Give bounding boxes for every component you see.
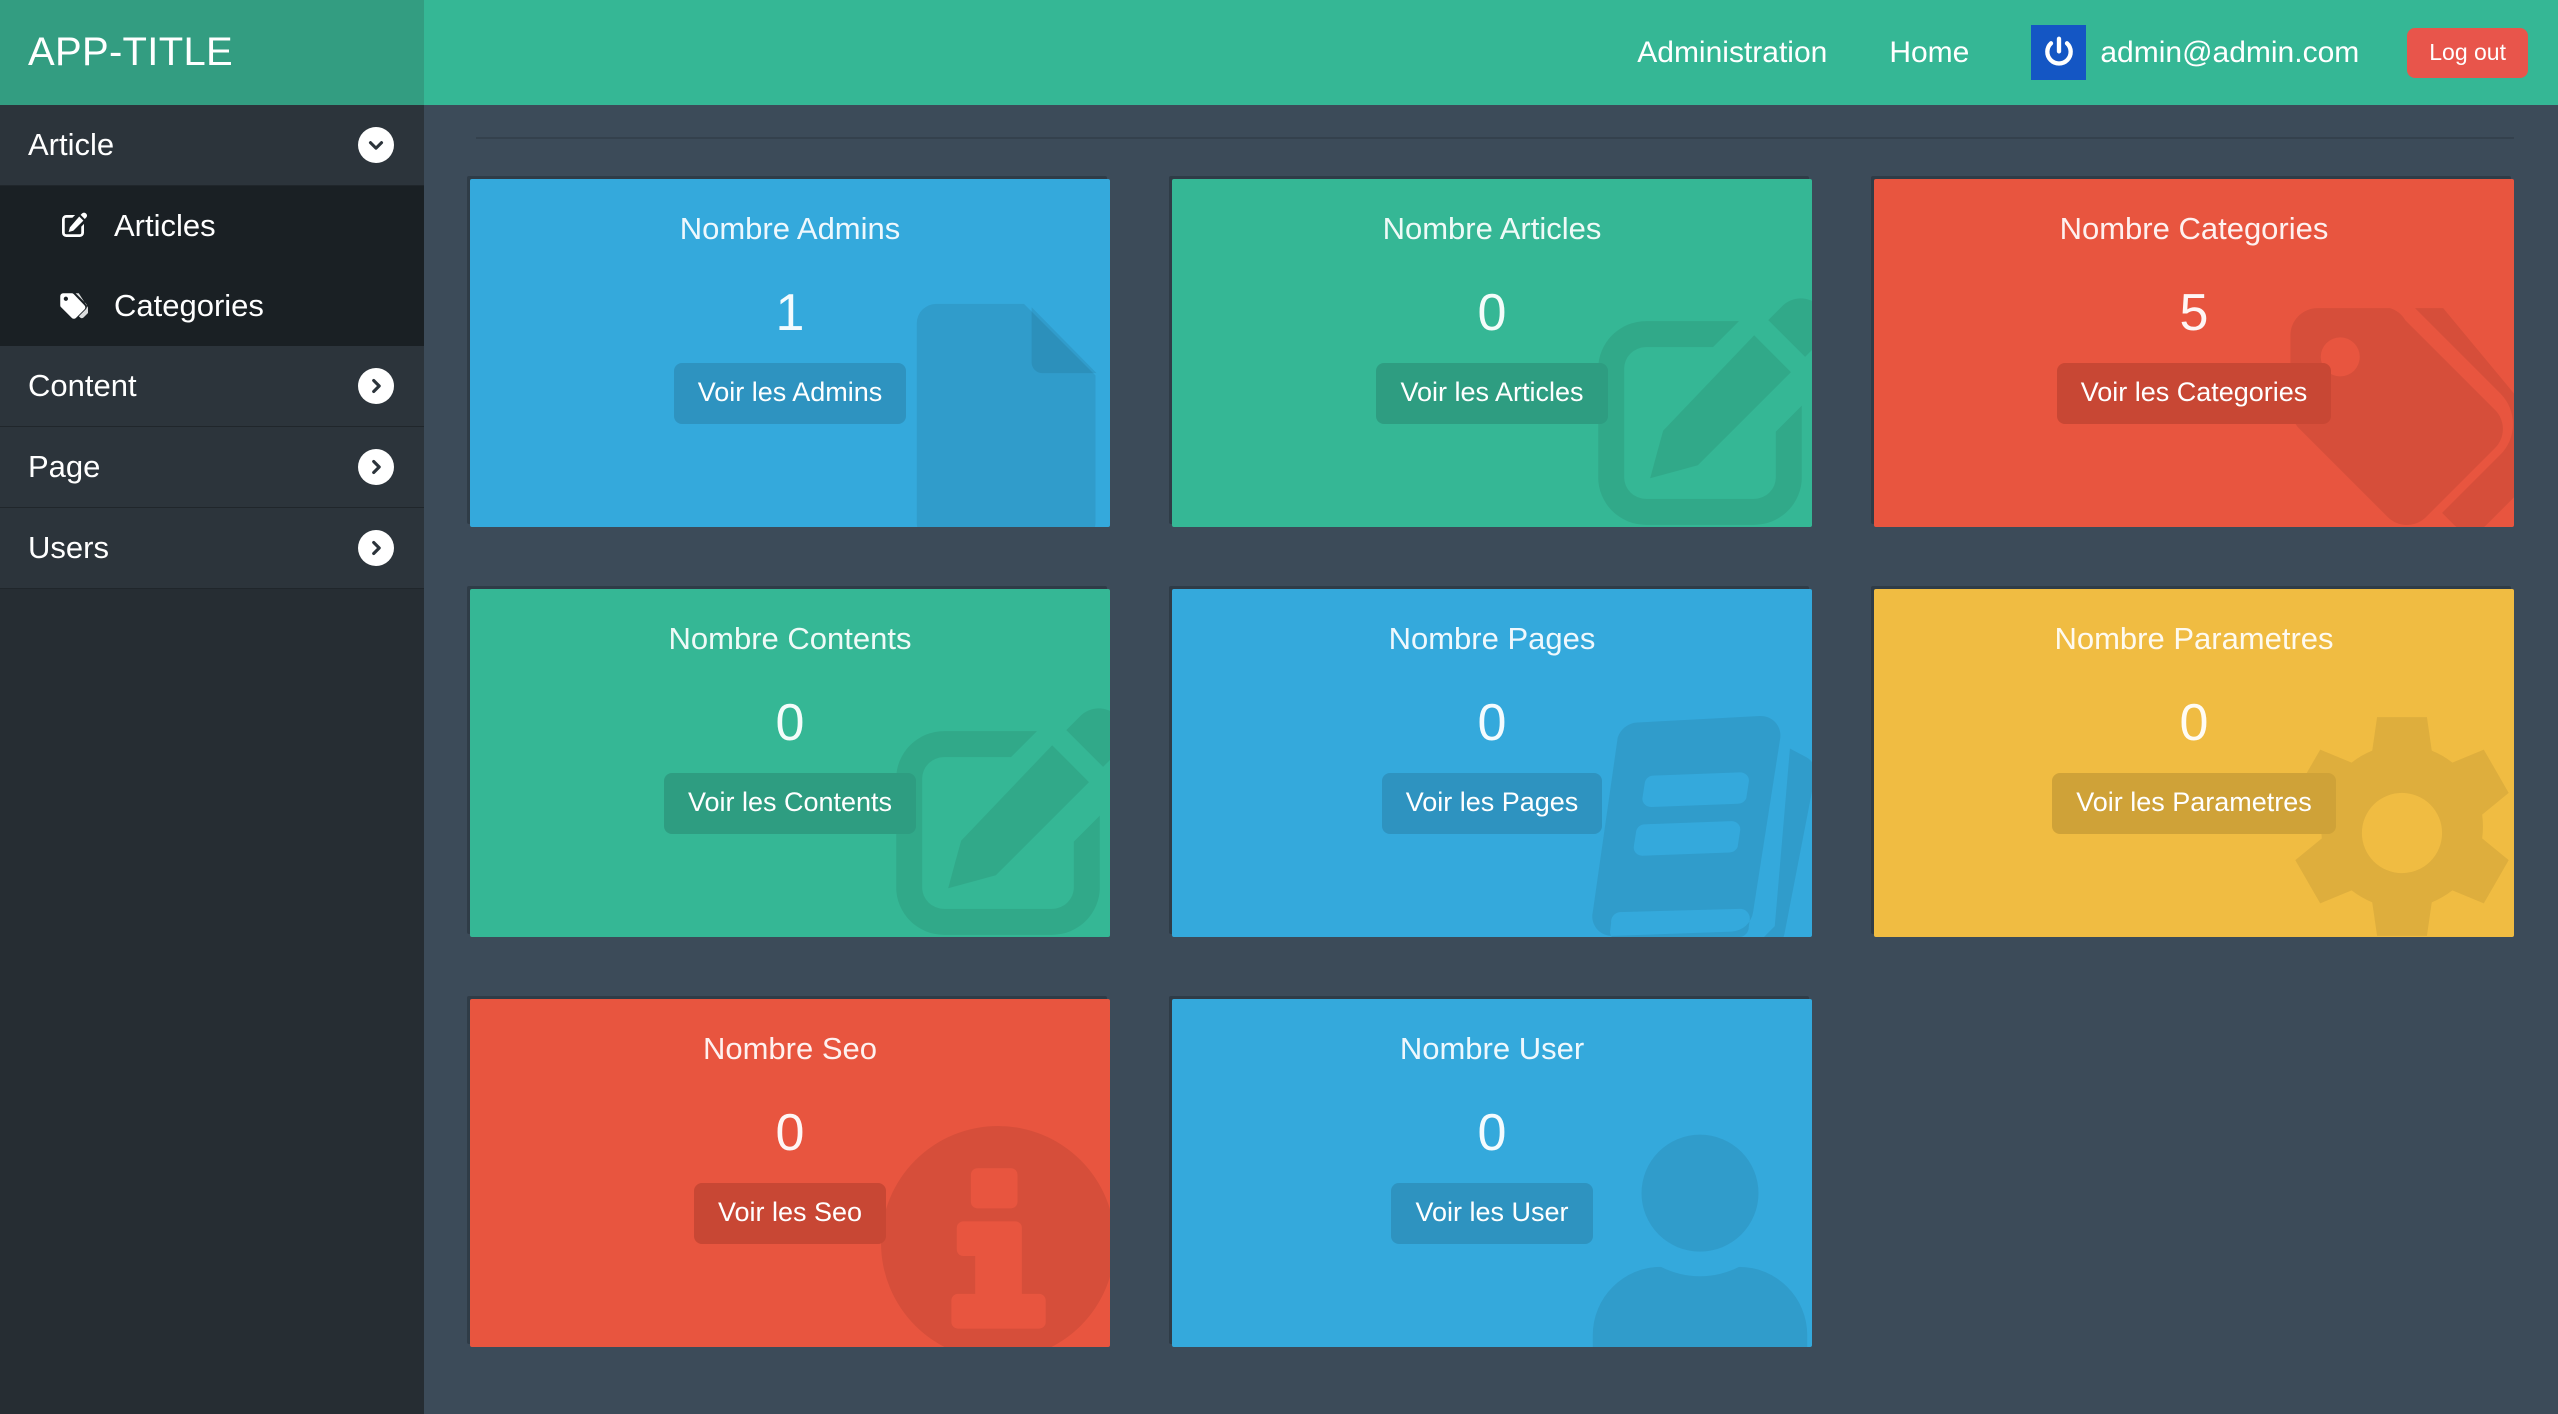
stat-card-title: Nombre Articles [1383, 211, 1602, 247]
stat-card: Nombre Admins 1 Voir les Admins [470, 179, 1110, 527]
stat-card-button[interactable]: Voir les Parametres [2052, 773, 2336, 834]
sidebar-submenu: Articles Categories [0, 186, 424, 346]
user-block[interactable]: admin@admin.com [2031, 25, 2359, 80]
stat-card-count: 1 [776, 287, 805, 339]
nav-administration[interactable]: Administration [1637, 36, 1827, 70]
stat-card-title: Nombre Categories [2060, 211, 2329, 247]
power-icon [2031, 25, 2086, 80]
sidebar-group-page: Page [0, 427, 424, 508]
sidebar-item-label: Users [28, 530, 109, 566]
stat-card-title: Nombre Seo [703, 1031, 877, 1067]
app-root: APP-TITLE Article Articles Categories Conte… [0, 0, 2558, 1414]
stat-card: Nombre Parametres 0 Voir les Parametres [1874, 589, 2514, 937]
sidebar: APP-TITLE Article Articles Categories Conte… [0, 0, 424, 1414]
chevron-right-icon[interactable] [358, 368, 394, 404]
sidebar-group-article: Article Articles Categories [0, 105, 424, 346]
stat-card-title: Nombre Parametres [2054, 621, 2333, 657]
chevron-down-icon[interactable] [358, 127, 394, 163]
stat-card-grid: Nombre Admins 1 Voir les Admins Nombre Arti… [470, 139, 2520, 1347]
stat-card-button[interactable]: Voir les Seo [694, 1183, 886, 1244]
sidebar-nav: Article Articles Categories Content Page User… [0, 105, 424, 589]
stat-card-count: 0 [2180, 697, 2209, 749]
sidebar-item-content[interactable]: Content [0, 346, 424, 427]
stat-card: Nombre Categories 5 Voir les Categories [1874, 179, 2514, 527]
chevron-right-icon[interactable] [358, 530, 394, 566]
stat-card-count: 0 [1478, 697, 1507, 749]
app-title: APP-TITLE [28, 30, 233, 75]
stat-card-title: Nombre Contents [669, 621, 912, 657]
sidebar-item-label: Article [28, 127, 114, 163]
sidebar-item-page[interactable]: Page [0, 427, 424, 508]
logout-button[interactable]: Log out [2407, 28, 2528, 78]
topbar: Administration Home admin@admin.com Log … [424, 0, 2558, 105]
tag-icon [58, 291, 104, 321]
user-email: admin@admin.com [2100, 36, 2359, 70]
stat-card: Nombre User 0 Voir les User [1172, 999, 1812, 1347]
stat-card-count: 0 [776, 697, 805, 749]
dashboard-content: Nombre Admins 1 Voir les Admins Nombre Arti… [424, 137, 2558, 1347]
user-icon [1570, 1113, 1812, 1347]
brand-logo[interactable]: APP-TITLE [0, 0, 424, 105]
stat-card: Nombre Contents 0 Voir les Contents [470, 589, 1110, 937]
sidebar-subitem-categories[interactable]: Categories [0, 266, 424, 346]
stat-card-button[interactable]: Voir les Admins [674, 363, 907, 424]
book-icon [1570, 703, 1812, 937]
stat-card-title: Nombre Pages [1389, 621, 1596, 657]
sidebar-subitem-label: Categories [114, 288, 264, 324]
nav-home[interactable]: Home [1889, 36, 1969, 70]
sidebar-item-label: Content [28, 368, 137, 404]
stat-card-count: 0 [776, 1107, 805, 1159]
info-circle-icon [868, 1113, 1110, 1347]
sidebar-subitem-articles[interactable]: Articles [0, 186, 424, 266]
stat-card-count: 0 [1478, 287, 1507, 339]
sidebar-item-users[interactable]: Users [0, 508, 424, 589]
stat-card-count: 5 [2180, 287, 2209, 339]
sidebar-subitem-label: Articles [114, 208, 216, 244]
sidebar-group-content: Content [0, 346, 424, 427]
stat-card-title: Nombre Admins [680, 211, 901, 247]
stat-card-button[interactable]: Voir les Pages [1382, 773, 1603, 834]
stat-card-button[interactable]: Voir les Articles [1376, 363, 1607, 424]
stat-card-title: Nombre User [1400, 1031, 1584, 1067]
stat-card: Nombre Pages 0 Voir les Pages [1172, 589, 1812, 937]
stat-card-button[interactable]: Voir les Categories [2057, 363, 2332, 424]
stat-card-button[interactable]: Voir les Contents [664, 773, 916, 834]
stat-card: Nombre Articles 0 Voir les Articles [1172, 179, 1812, 527]
pencil-square-icon [58, 211, 104, 241]
chevron-right-icon[interactable] [358, 449, 394, 485]
sidebar-item-article[interactable]: Article [0, 105, 424, 186]
stat-card-count: 0 [1478, 1107, 1507, 1159]
stat-card: Nombre Seo 0 Voir les Seo [470, 999, 1110, 1347]
sidebar-item-label: Page [28, 449, 100, 485]
stat-card-button[interactable]: Voir les User [1391, 1183, 1592, 1244]
sidebar-group-users: Users [0, 508, 424, 589]
main-area: Administration Home admin@admin.com Log … [424, 0, 2558, 1414]
